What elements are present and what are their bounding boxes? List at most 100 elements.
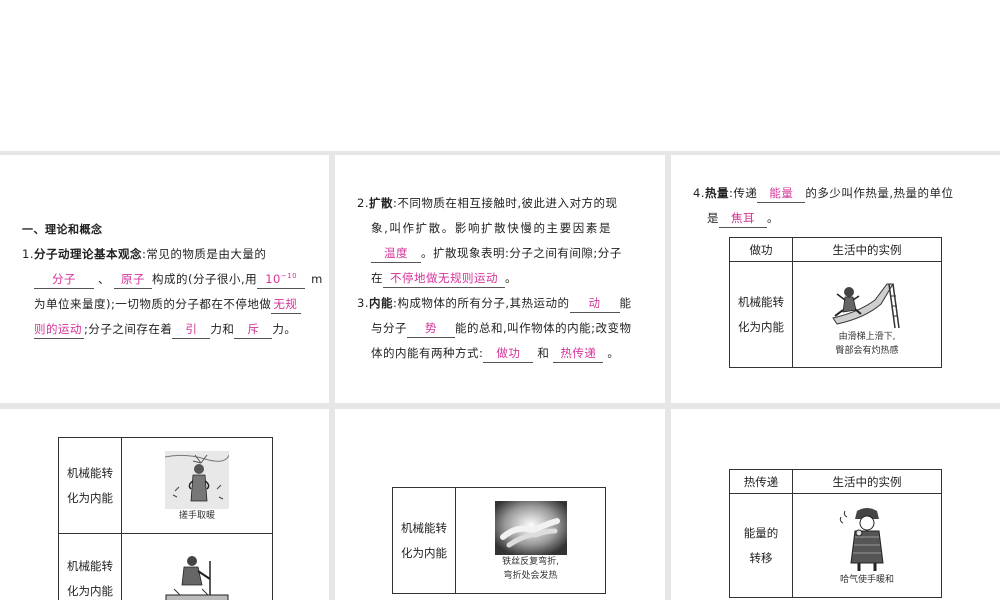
line: 2.扩散:不同物质在相互接触时,彼此进入对方的现	[357, 191, 618, 216]
example-caption: 臀部会有灼热感	[835, 345, 899, 356]
answer-blank: 10−10	[257, 267, 306, 289]
line: 1.分子动理论基本观念:常见的物质是由大量的	[22, 242, 266, 267]
table-header: 热传递	[729, 469, 793, 494]
text: 能	[619, 296, 632, 310]
answer-blank: 温度	[371, 244, 421, 263]
example-table: 机械能转 化为内能 搓手取暖 机械能转 化为内能	[58, 437, 273, 600]
line: 为单位来量度);一切物质的分子都在不停地做 无规	[34, 292, 302, 317]
term: 内能	[368, 296, 393, 310]
answer-blank: 原子	[114, 270, 152, 289]
exponent: −10	[280, 272, 298, 281]
slide-grid: 一、理论和概念 1.分子动理论基本观念:常见的物质是由大量的 分子、原子 构成的(…	[0, 151, 1000, 600]
example-cell: 搓手取暖	[121, 437, 273, 534]
unit: m	[311, 272, 323, 286]
item-number: 2.	[357, 196, 369, 210]
row-label-line: 能量的	[743, 525, 779, 540]
text: 体的内能有两种方式:	[371, 346, 484, 360]
answer-blank: 势	[407, 319, 455, 338]
exponent-base: 10	[265, 272, 281, 286]
text: :构成物体的所有分子,其热运动的	[392, 296, 570, 310]
breathing-on-hands-illustration	[839, 507, 884, 571]
example-caption: 由滑梯上滑下,	[838, 331, 896, 342]
rubbing-hands-illustration	[165, 450, 229, 509]
text: 。	[767, 211, 779, 225]
row-label-line: 化为内能	[738, 319, 784, 334]
answer-blank: 能量	[757, 184, 806, 203]
term: 分子动理论基本观念	[33, 247, 142, 261]
line: 分子、原子 构成的(分子很小,用 10−10 m	[34, 267, 323, 292]
text: 。扩散现象表明:分子之间有间隙;分子	[421, 246, 622, 260]
answer-blank: 热传递	[553, 344, 604, 363]
item-number: 1.	[22, 247, 34, 261]
line: 3.内能:构成物体的所有分子,其热运动的动能	[357, 291, 632, 316]
example-cell: 由滑梯上滑下, 臀部会有灼热感	[792, 261, 942, 368]
example-table: 做功 生活中的实例 机械能转 化为内能 由滑梯上滑下, 臀部会有灼热感	[729, 237, 942, 368]
text: 为单位来量度);一切物质的分子都在不停地做	[34, 297, 272, 311]
row-label-line: 机械能转	[67, 558, 113, 573]
answer-blank: 动	[569, 294, 620, 313]
text: 、	[98, 272, 110, 286]
table-header-row: 热传递 生活中的实例	[729, 469, 942, 494]
section-heading: 一、理论和概念	[22, 223, 103, 236]
answer-blank: 斥	[234, 320, 273, 339]
line: 则的运动 ;分子之间存在着引力和斥力。	[34, 317, 296, 342]
bending-wire-illustration	[494, 500, 567, 555]
text: 力和	[210, 322, 235, 336]
text: :不同物质在相互接触时,彼此进入对方的现	[392, 196, 618, 210]
line: 温度 。扩散现象表明:分子之间有间隙;分子	[371, 241, 622, 266]
row-label: 机械能转 化为内能	[729, 261, 793, 368]
text: :传递	[728, 186, 758, 200]
table-header-row: 做功 生活中的实例	[729, 237, 942, 262]
table-row: 能量的转移 哈气使手暖和	[729, 493, 942, 598]
row-label-line: 转移	[749, 550, 773, 565]
text: ;分子之间存在着	[84, 322, 173, 336]
answer-blank: 做功	[483, 344, 534, 363]
text: 和	[537, 346, 550, 360]
text: 在	[371, 271, 383, 285]
table-header: 生活中的实例	[792, 237, 942, 262]
answer-blank: 分子	[34, 270, 94, 289]
item-number: 3.	[357, 296, 369, 310]
panel-diffusion-internal-energy: 2.扩散:不同物质在相互接触时,彼此进入对方的现 象,叫作扩散。影响扩散快慢的主…	[335, 155, 665, 403]
line: 象,叫作扩散。影响扩散快慢的主要因素是	[371, 216, 612, 241]
example-caption: 弯折处会发热	[503, 570, 558, 581]
row-label: 机械能转 化为内能	[58, 533, 122, 600]
table-header: 生活中的实例	[792, 469, 942, 494]
row-label-line: 化为内能	[401, 545, 447, 560]
row-label-line: 机械能转	[67, 465, 113, 480]
example-caption: 搓手取暖	[178, 510, 215, 521]
panel-bending-wire: 机械能转 化为内能 铁丝反复弯折, 弯折处会发热	[335, 409, 665, 600]
row-label: 机械能转 化为内能	[58, 437, 122, 534]
panel-molecular-theory: 一、理论和概念 1.分子动理论基本观念:常见的物质是由大量的 分子、原子 构成的(…	[0, 155, 329, 403]
line: 是焦耳。	[707, 206, 779, 231]
text: 能的总和,叫作物体的内能;改变物	[455, 321, 632, 335]
text: 是	[707, 211, 719, 225]
line: 与分子势能的总和,叫作物体的内能;改变物	[371, 316, 632, 341]
answer-blank: 焦耳	[719, 209, 767, 228]
term: 扩散	[368, 196, 393, 210]
table-row: 机械能转化为内能 由滑梯上滑下, 臀部会有灼热感	[729, 261, 942, 368]
row-label: 能量的 转移	[729, 493, 793, 598]
answer-blank: 引	[172, 320, 211, 339]
table-row: 机械能转化为内能 搓手取暖	[58, 437, 273, 534]
text: 象,叫作扩散。影响扩散快慢的主要因素是	[371, 221, 613, 235]
line: 4.热量:传递 能量 的多少叫作热量,热量的单位	[693, 181, 954, 206]
text: :常见的物质是由大量的	[141, 247, 267, 261]
item-number: 4.	[693, 186, 705, 200]
text: 。	[505, 271, 517, 285]
text: 的多少叫作热量,热量的单位	[805, 186, 954, 200]
row-label-line: 机械能转	[738, 294, 784, 309]
drilling-wood-illustration	[165, 555, 229, 600]
row-label-line: 化为内能	[67, 490, 113, 505]
table-row: 机械能转 化为内能 铁丝反复弯折, 弯折处会发热	[392, 487, 606, 594]
line: 在不停地做无规则运动。	[371, 266, 517, 291]
text: 构成的(分子很小,用	[152, 272, 258, 286]
panel-heat-quantity: 4.热量:传递 能量 的多少叫作热量,热量的单位 是焦耳。 做功 生活中的实例 机械…	[671, 155, 1000, 403]
answer-blank: 不停地做无规则运动	[383, 269, 505, 288]
line: 体的内能有两种方式: 做功和热传递。	[371, 341, 619, 366]
example-caption: 哈气使手暖和	[839, 574, 894, 585]
example-cell: 铁丝反复弯折, 弯折处会发热	[455, 487, 606, 594]
table-header: 做功	[729, 237, 793, 262]
panel-mechanical-examples: 机械能转 化为内能 搓手取暖 机械能转 化为内能	[0, 409, 329, 600]
example-cell: 哈气使手暖和	[792, 493, 942, 598]
